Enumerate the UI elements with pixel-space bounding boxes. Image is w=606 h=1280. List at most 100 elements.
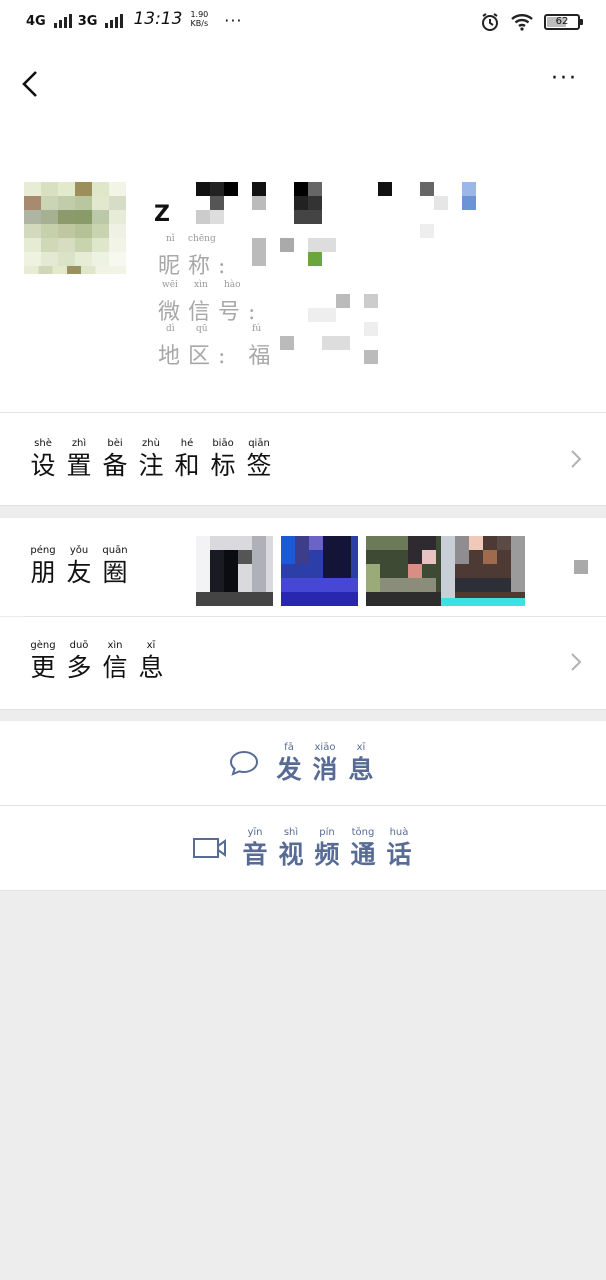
network-3g-label: 3G	[77, 14, 98, 29]
set-remark-char: bèi 备	[100, 437, 130, 481]
set-remark-char: shè 设	[28, 437, 58, 481]
pinyin-label: quān	[102, 545, 128, 556]
pinyin-label: xiāo	[314, 742, 336, 753]
moment-thumbnail	[196, 536, 273, 606]
hanzi-label: 话	[386, 840, 412, 869]
pinyin-label: biāo	[212, 438, 234, 449]
hanzi-label: 信	[102, 653, 128, 682]
more-info-char: xìn 信	[100, 639, 130, 683]
moments-char: quān 圈	[100, 544, 130, 588]
wifi-icon	[511, 14, 533, 31]
hanzi-label: 朋	[30, 558, 56, 587]
more-info-char: xī 息	[136, 639, 166, 683]
hanzi-label: 频	[314, 840, 340, 869]
chevron-right-icon	[571, 653, 582, 671]
moments-char: yǒu 友	[64, 544, 94, 588]
pinyin-label: gèng	[30, 640, 56, 651]
video-call-char: yīn 音	[240, 826, 270, 870]
hanzi-label: 注	[138, 451, 164, 480]
send-message-button[interactable]: fā 发 xiāo 消 xī 息	[0, 721, 606, 805]
pinyin-label: fā	[284, 742, 294, 753]
hanzi-label: 视	[278, 840, 304, 869]
moments-char: péng 朋	[28, 544, 58, 588]
pinyin-label: zhì	[71, 438, 87, 449]
hanzi-label: 备	[102, 451, 128, 480]
chat-bubble-icon	[229, 750, 259, 776]
wechat-id-field: wēi xìn hào 微信号:	[158, 280, 264, 325]
set-remark-char: hé 和	[172, 437, 202, 481]
nickname-field: nǐ chēng 昵称:	[158, 234, 234, 279]
send-message-char: xī 息	[346, 741, 376, 785]
pinyin-label: qiān	[248, 438, 270, 449]
hanzi-label: 息	[348, 755, 374, 784]
hanzi-label: 更	[30, 653, 56, 682]
hanzi-label: 和	[174, 451, 200, 480]
pinyin-label: yǒu	[69, 545, 89, 556]
send-message-char: xiāo 消	[310, 741, 340, 785]
moment-thumbnail	[281, 536, 358, 606]
network-4g-label: 4G	[26, 14, 46, 29]
pinyin-label: zhù	[142, 438, 160, 449]
video-call-char: tōng 通	[348, 826, 378, 870]
hanzi-label: 息	[138, 653, 164, 682]
video-call-char: shì 视	[276, 826, 306, 870]
set-remark-char: biāo 标	[208, 437, 238, 481]
pinyin-label: yīn	[247, 827, 263, 838]
alarm-icon	[482, 13, 498, 31]
chevron-right-icon	[571, 450, 582, 468]
set-remark-char: zhù 注	[136, 437, 166, 481]
pinyin-label: xìn	[107, 640, 123, 651]
profile-card: Z nǐ chēng 昵称: wēi xìn hào 微信号: dì qū fú…	[0, 122, 606, 412]
hanzi-label: 通	[350, 840, 376, 869]
pinyin-label: xī	[356, 742, 366, 753]
name-initial: Z	[154, 202, 170, 227]
avatar[interactable]	[24, 182, 126, 274]
clock-time: 13:13	[133, 9, 183, 29]
video-call-char: huà 话	[384, 826, 414, 870]
hanzi-label: 设	[30, 451, 56, 480]
hanzi-label: 圈	[102, 558, 128, 587]
pinyin-label: pín	[319, 827, 335, 838]
hanzi-label: 多	[66, 653, 92, 682]
pinyin-label: xī	[146, 640, 156, 651]
network-speed: 1.90 KB/s	[190, 10, 209, 28]
region-field: dì qū fú 地区: 福	[158, 324, 279, 369]
pinyin-label: huà	[389, 827, 409, 838]
top-nav: ···	[0, 46, 606, 122]
more-info-row[interactable]: gèng 更 duō 多 xìn 信 xī 息	[0, 617, 606, 709]
moment-thumbnail	[441, 536, 525, 606]
video-call-button[interactable]: yīn 音 shì 视 pín 频 tōng 通 huà 话	[0, 806, 606, 890]
moment-thumbnail	[366, 536, 443, 606]
hanzi-label: 消	[312, 755, 338, 784]
more-info-char: gèng 更	[28, 639, 58, 683]
hanzi-label: 标	[210, 451, 236, 480]
chevron-left-icon[interactable]	[18, 66, 48, 102]
hanzi-label: 置	[66, 451, 92, 480]
more-options-button[interactable]: ···	[551, 68, 578, 90]
signal-icon	[53, 14, 72, 28]
hanzi-label: 友	[66, 558, 92, 587]
hanzi-label: 签	[246, 451, 272, 480]
pinyin-label: duō	[69, 640, 89, 651]
set-remark-char: qiān 签	[244, 437, 274, 481]
video-call-char: pín 频	[312, 826, 342, 870]
pinyin-label: shè	[34, 438, 52, 449]
set-remark-and-tags-row[interactable]: shè 设 zhì 置 bèi 备 zhù 注 hé 和 biāo 标 qiān 签	[0, 413, 606, 505]
moments-thumbnails	[196, 536, 525, 606]
hanzi-label: 音	[242, 840, 268, 869]
battery-icon: 62	[544, 14, 583, 30]
signal-icon	[105, 14, 124, 28]
set-remark-char: zhì 置	[64, 437, 94, 481]
pinyin-label: bèi	[107, 438, 123, 449]
video-camera-icon	[193, 838, 226, 858]
pinyin-label: shì	[283, 827, 299, 838]
more-info-char: duō 多	[64, 639, 94, 683]
send-message-char: fā 发	[274, 741, 304, 785]
pinyin-label: péng	[30, 545, 56, 556]
pinyin-label: tōng	[351, 827, 375, 838]
pinyin-label: hé	[180, 438, 194, 449]
moments-row[interactable]: péng 朋 yǒu 友 quān 圈	[0, 518, 606, 616]
hanzi-label: 发	[276, 755, 302, 784]
status-bar: 4G 3G 13:13 1.90 KB/s ··· 62	[0, 0, 606, 46]
status-more-icon: ···	[224, 11, 243, 30]
